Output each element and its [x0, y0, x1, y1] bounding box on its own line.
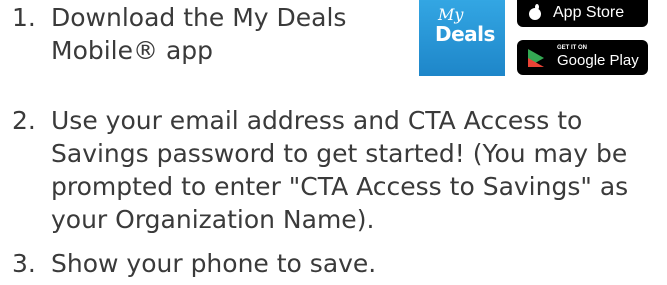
google-play-button[interactable]: GET IT ON Google Play: [517, 40, 648, 75]
google-play-small-label: GET IT ON: [557, 45, 587, 51]
step-2: 2. Use your email address and CTA Access…: [12, 104, 662, 236]
step-number: 3.: [12, 249, 36, 278]
google-play-label: Google Play: [557, 52, 639, 69]
app-icon-deals-text: Deals: [435, 22, 495, 46]
app-store-button[interactable]: App Store: [517, 0, 648, 27]
step-text: Download the My Deals Mobile® app: [51, 3, 347, 65]
apple-icon: [527, 4, 543, 24]
step-text: Use your email address and CTA Access to…: [51, 106, 629, 234]
step-text: Show your phone to save.: [51, 249, 377, 278]
step-number: 2.: [12, 106, 36, 135]
step-3: 3. Show your phone to save.: [12, 247, 662, 280]
step-1: 1. Download the My Deals Mobile® app: [12, 1, 392, 67]
step-number: 1.: [12, 3, 36, 32]
my-deals-app-icon[interactable]: My Deals: [419, 0, 505, 76]
app-icon-my-text: My: [438, 5, 464, 24]
app-store-label: App Store: [553, 4, 625, 21]
